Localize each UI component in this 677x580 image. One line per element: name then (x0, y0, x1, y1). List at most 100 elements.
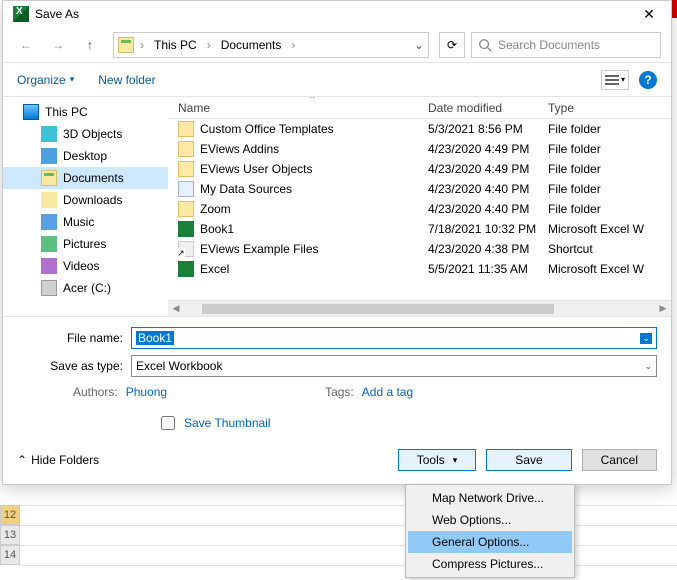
file-date: 4/23/2020 4:49 PM (428, 142, 548, 156)
file-row[interactable]: Zoom4/23/2020 4:40 PMFile folder (178, 199, 671, 219)
tree-item-videos[interactable]: Videos (3, 255, 168, 277)
tree-item-3d-objects[interactable]: 3D Objects (3, 123, 168, 145)
folder-icon (178, 141, 194, 157)
view-options-button[interactable]: ▾ (601, 70, 629, 90)
tree-item-acer-c-[interactable]: Acer (C:) (3, 277, 168, 299)
tree-item-this-pc[interactable]: This PC (3, 101, 168, 123)
filetype-select[interactable]: Excel Workbook ⌄ (131, 355, 657, 377)
hide-folders-button[interactable]: ⌃ Hide Folders (17, 453, 99, 467)
list-view-icon (605, 74, 619, 86)
menu-item-general-options[interactable]: General Options... (408, 531, 572, 553)
filename-value: Book1 (136, 331, 174, 345)
file-list: ⌃ Name Date modified Type Custom Office … (168, 97, 671, 316)
menu-item-map-network-drive[interactable]: Map Network Drive... (408, 487, 572, 509)
tree-item-pictures[interactable]: Pictures (3, 233, 168, 255)
tree-item-label: This PC (45, 105, 88, 119)
breadcrumb[interactable]: This PC (150, 36, 201, 54)
folder-tree: This PC 3D Objects Desktop Documents Downloa… (3, 97, 168, 316)
desktop-icon (41, 148, 57, 164)
folder-icon (178, 121, 194, 137)
filename-input[interactable]: Book1 ⌄ (131, 327, 657, 349)
short-icon (178, 241, 194, 257)
folder-icon (118, 37, 134, 53)
save-as-dialog: Save As ✕ ← → ↑ › This PC › Documents › … (2, 0, 672, 485)
column-date[interactable]: Date modified (428, 101, 548, 115)
tree-item-desktop[interactable]: Desktop (3, 145, 168, 167)
breadcrumb[interactable]: Documents (217, 36, 286, 54)
tags-label: Tags: (325, 385, 354, 399)
scroll-right-icon[interactable]: ▶ (655, 303, 671, 314)
dialog-footer: ⌃ Hide Folders Tools Save Cancel (3, 439, 671, 481)
scroll-thumb[interactable] (202, 304, 554, 314)
music-icon (41, 214, 57, 230)
organize-button[interactable]: Organize (17, 73, 74, 87)
drive-icon (41, 280, 57, 296)
new-folder-button[interactable]: New folder (98, 73, 155, 87)
chevron-up-icon: ⌃ (17, 453, 27, 467)
close-button[interactable]: ✕ (629, 6, 669, 23)
search-input[interactable]: Search Documents (471, 32, 661, 58)
tools-button[interactable]: Tools (398, 449, 477, 471)
file-type: File folder (548, 142, 671, 156)
file-row[interactable]: EViews Addins4/23/2020 4:49 PMFile folde… (178, 139, 671, 159)
scroll-left-icon[interactable]: ◀ (168, 303, 184, 314)
file-type: Microsoft Excel W (548, 262, 671, 276)
column-name[interactable]: Name (178, 101, 428, 115)
file-type: File folder (548, 122, 671, 136)
pc-icon (23, 104, 39, 120)
tree-item-label: Acer (C:) (63, 281, 111, 295)
address-bar[interactable]: › This PC › Documents › ⌄ (113, 32, 429, 58)
chevron-right-icon: › (205, 38, 213, 52)
up-button[interactable]: ↑ (77, 32, 103, 58)
save-thumbnail-checkbox[interactable] (161, 416, 175, 430)
horizontal-scrollbar[interactable]: ◀ ▶ (168, 300, 671, 316)
cancel-button[interactable]: Cancel (582, 449, 657, 471)
filename-label: File name: (17, 331, 131, 345)
back-button[interactable]: ← (13, 32, 39, 58)
file-row[interactable]: My Data Sources4/23/2020 4:40 PMFile fol… (178, 179, 671, 199)
file-date: 5/5/2021 11:35 AM (428, 262, 548, 276)
file-row[interactable]: EViews User Objects4/23/2020 4:49 PMFile… (178, 159, 671, 179)
tree-item-label: Music (63, 215, 94, 229)
chevron-down-icon[interactable]: ⌄ (644, 361, 652, 372)
file-row[interactable]: EViews Example Files4/23/2020 4:38 PMSho… (178, 239, 671, 259)
chevron-down-icon[interactable]: ⌄ (640, 333, 652, 344)
tree-item-label: Videos (63, 259, 99, 273)
row-header[interactable]: 14 (0, 545, 20, 565)
tree-item-music[interactable]: Music (3, 211, 168, 233)
titlebar: Save As ✕ (3, 1, 671, 27)
file-name: Book1 (200, 222, 234, 236)
file-type: Microsoft Excel W (548, 222, 671, 236)
tree-item-label: Documents (63, 171, 124, 185)
tree-item-documents[interactable]: Documents (3, 167, 168, 189)
tags-value[interactable]: Add a tag (362, 385, 413, 399)
save-button[interactable]: Save (486, 449, 571, 471)
authors-value[interactable]: Phuong (126, 385, 167, 399)
save-thumbnail-label[interactable]: Save Thumbnail (184, 416, 271, 430)
address-dropdown[interactable]: ⌄ (414, 38, 424, 52)
menu-item-compress-pictures[interactable]: Compress Pictures... (408, 553, 572, 575)
tree-item-label: Pictures (63, 237, 106, 251)
file-date: 5/3/2021 8:56 PM (428, 122, 548, 136)
column-type[interactable]: Type (548, 101, 671, 115)
tree-item-downloads[interactable]: Downloads (3, 189, 168, 211)
file-date: 4/23/2020 4:40 PM (428, 182, 548, 196)
file-row[interactable]: Custom Office Templates5/3/2021 8:56 PMF… (178, 119, 671, 139)
chevron-right-icon: › (289, 38, 297, 52)
spreadsheet-background: 12 13 14 (0, 485, 677, 580)
refresh-button[interactable]: ⟳ (439, 32, 465, 58)
help-button[interactable]: ? (639, 71, 657, 89)
search-icon (478, 38, 492, 52)
tools-menu: Map Network Drive...Web Options...Genera… (405, 484, 575, 578)
sort-indicator-icon: ⌃ (308, 97, 316, 106)
file-row[interactable]: Excel 5/5/2021 11:35 AMMicrosoft Excel W (178, 259, 671, 279)
menu-item-web-options[interactable]: Web Options... (408, 509, 572, 531)
forward-button[interactable]: → (45, 32, 71, 58)
tree-item-label: 3D Objects (63, 127, 122, 141)
chevron-right-icon: › (138, 38, 146, 52)
file-date: 4/23/2020 4:40 PM (428, 202, 548, 216)
row-header[interactable]: 13 (0, 525, 20, 545)
file-name: Excel (200, 262, 229, 276)
file-row[interactable]: Book17/18/2021 10:32 PMMicrosoft Excel W (178, 219, 671, 239)
row-header[interactable]: 12 (0, 505, 20, 525)
